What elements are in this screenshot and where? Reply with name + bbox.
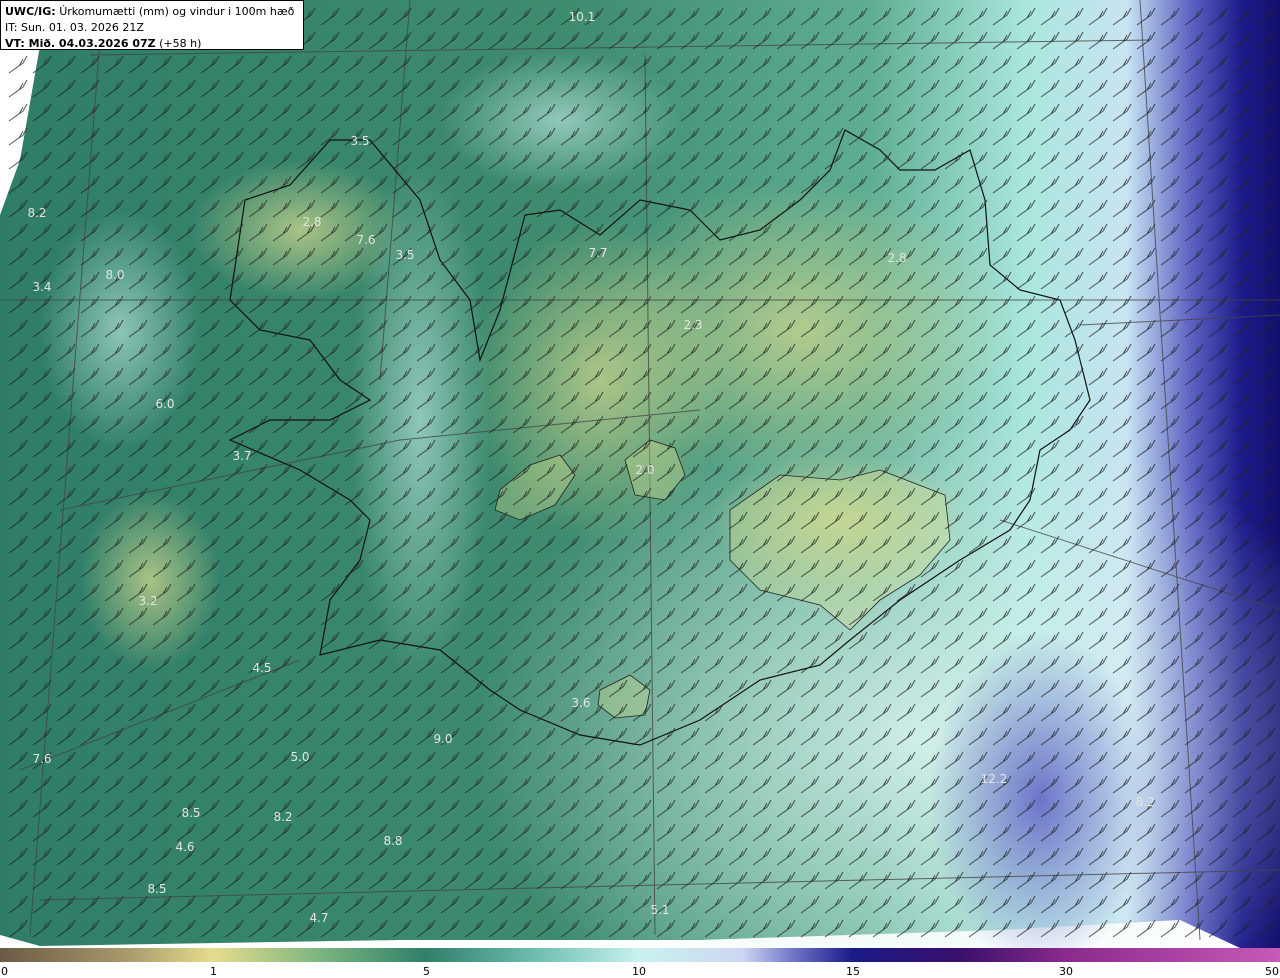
precipitation-map[interactable]: 10.1 3.5 8.2 2.8 7.6 3.5 8.0 3.4 7.7 2.8… bbox=[0, 0, 1280, 970]
legend-colorbar bbox=[0, 948, 1280, 962]
value-label: 3.5 bbox=[350, 134, 369, 148]
value-label: 8.2 bbox=[1135, 795, 1154, 809]
value-label: 10.1 bbox=[569, 10, 596, 24]
value-label: 2.3 bbox=[683, 318, 702, 332]
value-label: 7.6 bbox=[356, 233, 375, 247]
legend-tick: 1 bbox=[210, 965, 217, 978]
value-label: 8.2 bbox=[273, 810, 292, 824]
value-label: 4.5 bbox=[252, 661, 271, 675]
legend-tick: 30 bbox=[1059, 965, 1073, 978]
value-label: 5.1 bbox=[650, 903, 669, 917]
value-label: 2.8 bbox=[302, 215, 321, 229]
lead-time: (+58 h) bbox=[159, 37, 202, 50]
value-label: 6.0 bbox=[155, 397, 174, 411]
value-label: 8.8 bbox=[383, 834, 402, 848]
value-label: 3.7 bbox=[232, 449, 251, 463]
issue-time: IT: Sun. 01. 03. 2026 21Z bbox=[5, 21, 144, 34]
value-label: 2.0 bbox=[635, 463, 654, 477]
legend-tick: 50 bbox=[1265, 965, 1279, 978]
value-label: 12.2 bbox=[981, 772, 1008, 786]
value-label: 7.7 bbox=[588, 246, 607, 260]
value-label: 4.6 bbox=[175, 840, 194, 854]
value-label: 3.5 bbox=[395, 248, 414, 262]
valid-time: VT: Mið. 04.03.2026 07Z bbox=[5, 37, 156, 50]
value-label: 8.5 bbox=[147, 882, 166, 896]
value-label: 3.4 bbox=[32, 280, 51, 294]
value-label: 4.7 bbox=[309, 911, 328, 925]
value-label: 3.6 bbox=[571, 696, 590, 710]
value-label: 5.0 bbox=[290, 750, 309, 764]
legend-tick: 10 bbox=[632, 965, 646, 978]
value-label: 3.2 bbox=[138, 594, 157, 608]
info-title-line: UWC/IG: Úrkomumætti (mm) og vindur i 100… bbox=[5, 4, 299, 20]
color-scale-legend: 0 1 5 10 15 30 50 bbox=[0, 948, 1280, 978]
value-label: 7.6 bbox=[32, 752, 51, 766]
value-label: 8.0 bbox=[105, 268, 124, 282]
value-label: 9.0 bbox=[433, 732, 452, 746]
legend-tick: 15 bbox=[846, 965, 860, 978]
model-name: UWC/IG: bbox=[5, 5, 56, 18]
map-title: Úrkomumætti (mm) og vindur i 100m hæð bbox=[59, 5, 295, 18]
info-box: UWC/IG: Úrkomumætti (mm) og vindur i 100… bbox=[0, 0, 304, 50]
value-label: 8.2 bbox=[27, 206, 46, 220]
legend-tick: 0 bbox=[1, 965, 8, 978]
value-label: 2.8 bbox=[887, 251, 906, 265]
value-label: 8.5 bbox=[181, 806, 200, 820]
valid-time-line: VT: Mið. 04.03.2026 07Z (+58 h) bbox=[5, 36, 299, 52]
legend-tick: 5 bbox=[423, 965, 430, 978]
